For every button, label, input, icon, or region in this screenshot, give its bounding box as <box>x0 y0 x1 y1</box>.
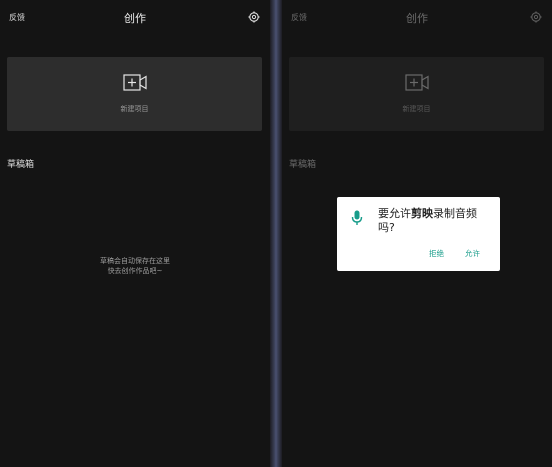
dialog-message: 要允许剪映录制音频吗? <box>378 207 490 235</box>
drafts-empty-message: 草稿会自动保存在这里 快去创作作品吧~ <box>0 256 270 276</box>
new-project-button[interactable]: 新建项目 <box>289 57 544 131</box>
video-add-icon <box>122 74 147 91</box>
split-divider <box>270 0 282 467</box>
new-project-button[interactable]: 新建项目 <box>7 57 262 131</box>
page-title: 创作 <box>124 12 146 25</box>
microphone-icon <box>351 210 363 225</box>
new-project-label: 新建项目 <box>120 105 149 113</box>
empty-line-1: 草稿会自动保存在这里 <box>100 257 170 265</box>
empty-line-2: 快去创作作品吧~ <box>107 267 163 275</box>
audio-permission-dialog: 要允许剪映录制音频吗? 拒绝 允许 <box>337 197 500 271</box>
drafts-heading: 草稿箱 <box>7 160 35 170</box>
allow-button[interactable]: 允许 <box>465 248 480 259</box>
settings-icon[interactable] <box>530 11 542 23</box>
settings-icon[interactable] <box>248 11 260 23</box>
left-screen: 反馈 创作 新建项目 草稿箱 草稿会自动保存在这里 快去创作作品吧~ <box>0 0 270 467</box>
drafts-heading: 草稿箱 <box>289 160 317 170</box>
deny-button[interactable]: 拒绝 <box>429 248 444 259</box>
dialog-app-name: 剪映 <box>411 207 433 220</box>
video-add-icon <box>404 74 429 91</box>
page-title: 创作 <box>406 12 428 25</box>
new-project-label: 新建项目 <box>402 105 431 113</box>
dialog-message-start: 要允许 <box>378 207 411 220</box>
